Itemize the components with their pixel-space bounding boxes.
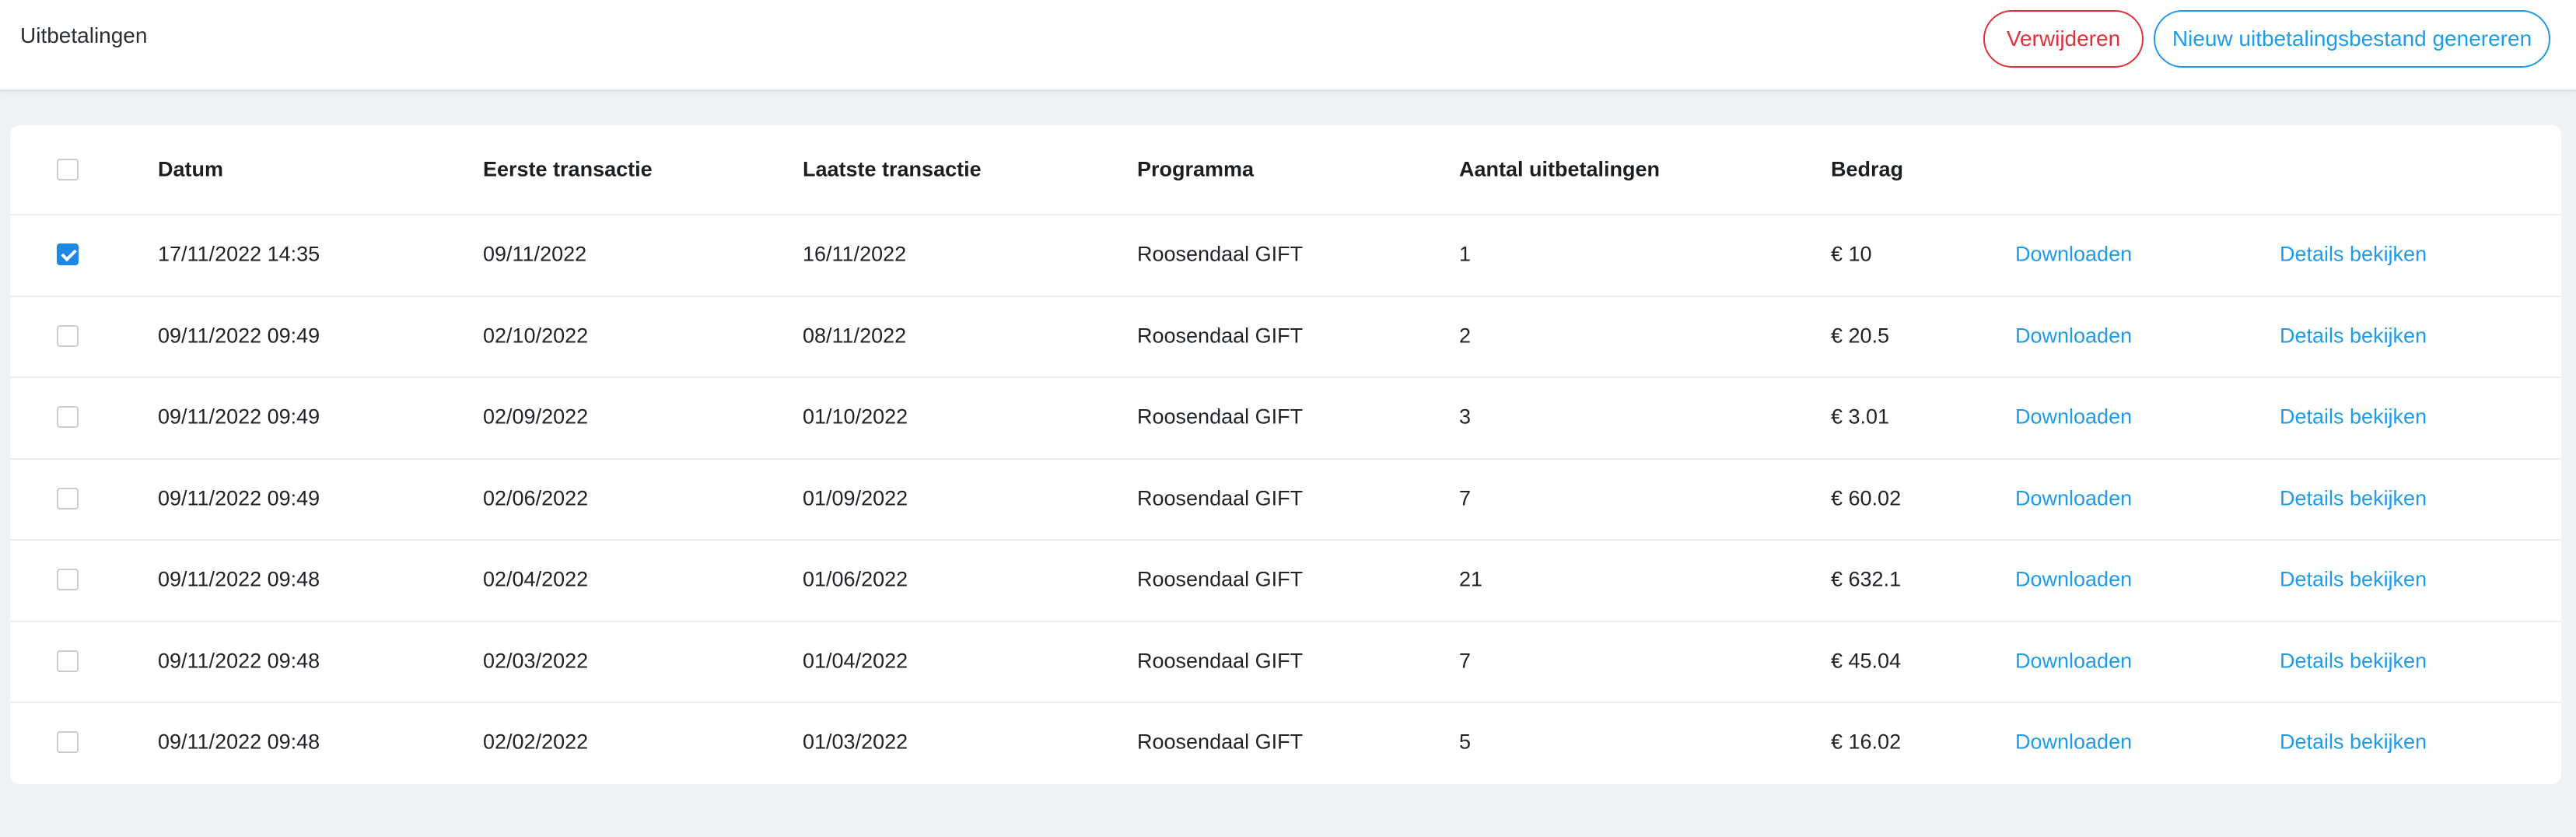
cell-datum: 09/11/2022 09:48	[158, 730, 320, 754]
row-checkbox[interactable]	[57, 324, 79, 347]
cell-datum: 09/11/2022 09:49	[158, 486, 320, 510]
cell-aantal-uitbetalingen: 5	[1459, 730, 1472, 754]
column-header-eerste-transactie[interactable]: Eerste transactie	[483, 158, 653, 182]
cell-bedrag: € 10	[1831, 242, 1872, 266]
row-checkbox[interactable]	[57, 406, 79, 429]
column-header-aantal-uitbetalingen[interactable]: Aantal uitbetalingen	[1459, 158, 1660, 182]
cell-aantal-uitbetalingen: 7	[1459, 486, 1472, 510]
cell-eerste-transactie: 02/06/2022	[483, 486, 589, 510]
table-row: 09/11/2022 09:49 02/06/2022 01/09/2022 Roos…	[10, 458, 2561, 541]
cell-eerste-transactie: 02/03/2022	[483, 649, 589, 673]
table-row: 09/11/2022 09:49 02/10/2022 08/11/2022 Roos…	[10, 296, 2561, 378]
cell-datum: 17/11/2022 14:35	[158, 242, 320, 266]
column-header-laatste-transactie[interactable]: Laatste transactie	[803, 158, 982, 182]
column-header-programma[interactable]: Programma	[1137, 158, 1254, 182]
cell-laatste-transactie: 08/11/2022	[803, 324, 907, 348]
table-row: 09/11/2022 09:48 02/03/2022 01/04/2022 Roos…	[10, 621, 2561, 703]
download-link[interactable]: Downloaden	[2015, 243, 2132, 267]
view-details-link[interactable]: Details bekijken	[2280, 568, 2427, 592]
view-details-link[interactable]: Details bekijken	[2280, 486, 2427, 510]
generate-payment-file-button[interactable]: Nieuw uitbetalingsbestand genereren	[2154, 10, 2550, 68]
cell-bedrag: € 45.04	[1831, 649, 1902, 673]
cell-eerste-transactie: 02/10/2022	[483, 324, 589, 348]
row-checkbox[interactable]	[57, 487, 79, 510]
download-link[interactable]: Downloaden	[2015, 730, 2132, 755]
row-checkbox[interactable]	[57, 569, 79, 591]
view-details-link[interactable]: Details bekijken	[2280, 649, 2427, 673]
cell-bedrag: € 3.01	[1831, 404, 1890, 429]
cell-datum: 09/11/2022 09:49	[158, 324, 320, 348]
cell-programma: Roosendaal GIFT	[1137, 649, 1304, 673]
cell-datum: 09/11/2022 09:49	[158, 404, 320, 429]
cell-laatste-transactie: 01/10/2022	[803, 404, 908, 429]
download-link[interactable]: Downloaden	[2015, 649, 2132, 673]
table-row: 17/11/2022 14:35 09/11/2022 16/11/2022 Roos…	[10, 214, 2561, 297]
cell-eerste-transactie: 09/11/2022	[483, 242, 587, 266]
view-details-link[interactable]: Details bekijken	[2280, 405, 2427, 429]
cell-datum: 09/11/2022 09:48	[158, 567, 320, 591]
row-checkbox[interactable]	[57, 650, 79, 672]
cell-eerste-transactie: 02/09/2022	[483, 404, 589, 429]
table-row: 09/11/2022 09:49 02/09/2022 01/10/2022 Roos…	[10, 376, 2561, 460]
view-details-link[interactable]: Details bekijken	[2280, 324, 2427, 348]
cell-aantal-uitbetalingen: 3	[1459, 404, 1472, 429]
cell-laatste-transactie: 01/03/2022	[803, 730, 908, 754]
table-header-row: Datum Eerste transactie Laatste transact…	[10, 125, 2561, 215]
column-header-bedrag[interactable]: Bedrag	[1831, 158, 1903, 182]
download-link[interactable]: Downloaden	[2015, 568, 2132, 592]
cell-eerste-transactie: 02/02/2022	[483, 730, 589, 754]
cell-programma: Roosendaal GIFT	[1137, 730, 1304, 754]
download-link[interactable]: Downloaden	[2015, 405, 2132, 429]
download-link[interactable]: Downloaden	[2015, 324, 2132, 348]
cell-aantal-uitbetalingen: 2	[1459, 324, 1472, 348]
cell-aantal-uitbetalingen: 1	[1459, 242, 1472, 266]
cell-aantal-uitbetalingen: 21	[1459, 567, 1483, 591]
cell-laatste-transactie: 01/09/2022	[803, 486, 908, 510]
cell-bedrag: € 16.02	[1831, 730, 1902, 754]
row-checkbox[interactable]	[57, 243, 79, 266]
row-checkbox[interactable]	[57, 731, 79, 754]
cell-bedrag: € 20.5	[1831, 324, 1890, 348]
top-bar: Uitbetalingen Verwijderen Nieuw uitbetal…	[0, 0, 2576, 91]
table-row: 09/11/2022 09:48 02/04/2022 01/06/2022 Roos…	[10, 539, 2561, 622]
view-details-link[interactable]: Details bekijken	[2280, 730, 2427, 755]
cell-eerste-transactie: 02/04/2022	[483, 567, 589, 591]
cell-programma: Roosendaal GIFT	[1137, 242, 1304, 266]
cell-programma: Roosendaal GIFT	[1137, 404, 1304, 429]
column-header-datum[interactable]: Datum	[158, 158, 223, 182]
cell-aantal-uitbetalingen: 7	[1459, 649, 1472, 673]
payments-table: Datum Eerste transactie Laatste transact…	[10, 125, 2561, 784]
cell-laatste-transactie: 01/06/2022	[803, 567, 908, 591]
view-details-link[interactable]: Details bekijken	[2280, 243, 2427, 267]
cell-programma: Roosendaal GIFT	[1137, 324, 1304, 348]
cell-bedrag: € 632.1	[1831, 567, 1902, 591]
table-row: 09/11/2022 09:48 02/02/2022 01/03/2022 Roos…	[10, 702, 2561, 783]
cell-laatste-transactie: 16/11/2022	[803, 242, 907, 266]
download-link[interactable]: Downloaden	[2015, 486, 2132, 510]
cell-programma: Roosendaal GIFT	[1137, 567, 1304, 591]
cell-laatste-transactie: 01/04/2022	[803, 649, 908, 673]
cell-bedrag: € 60.02	[1831, 486, 1902, 510]
cell-programma: Roosendaal GIFT	[1137, 486, 1304, 510]
select-all-checkbox[interactable]	[57, 159, 79, 180]
cell-datum: 09/11/2022 09:48	[158, 649, 320, 673]
page-title: Uitbetalingen	[20, 23, 148, 47]
delete-button[interactable]: Verwijderen	[1983, 10, 2144, 68]
